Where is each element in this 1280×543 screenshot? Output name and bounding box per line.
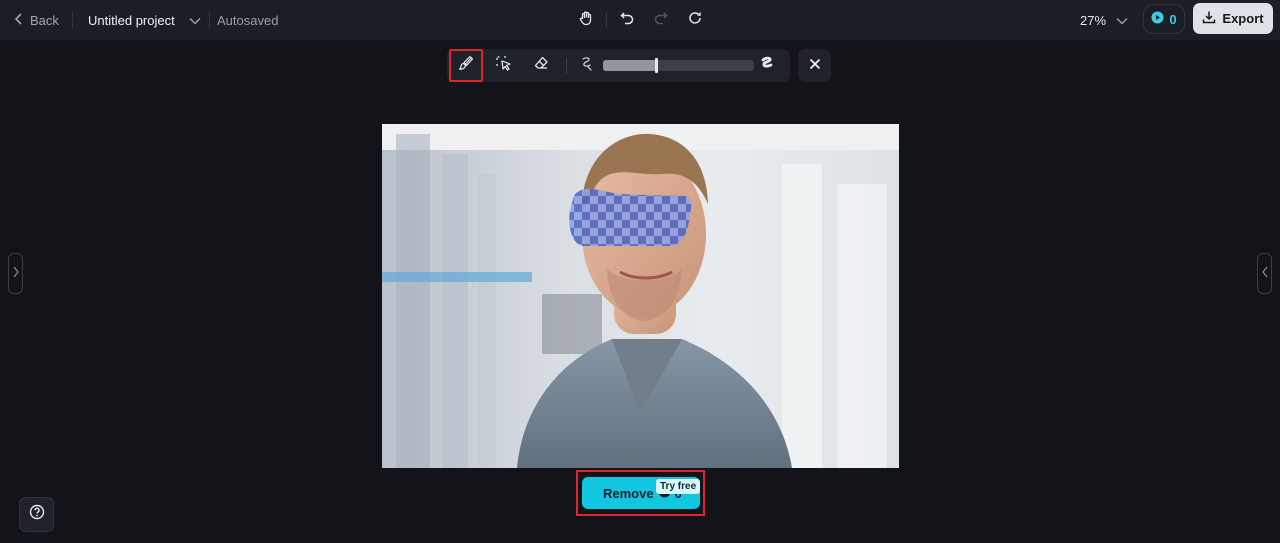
right-panel-toggle[interactable] xyxy=(1257,253,1272,294)
smart-select-icon xyxy=(495,55,512,77)
export-label: Export xyxy=(1222,11,1264,26)
reset-button[interactable] xyxy=(683,8,707,32)
zoom-dropdown[interactable]: 27% xyxy=(1080,0,1128,40)
smart-select-tool-button[interactable] xyxy=(485,49,521,82)
eraser-tool-button[interactable] xyxy=(523,49,559,82)
brush-size-small-button[interactable] xyxy=(569,49,605,82)
remove-button-highlight: Remove 0 Try free xyxy=(576,470,705,516)
undo-button[interactable] xyxy=(615,8,639,32)
credits-button[interactable]: 0 xyxy=(1143,4,1185,34)
left-panel-toggle[interactable] xyxy=(8,253,23,294)
try-free-badge: Try free xyxy=(656,479,701,494)
credit-coin-icon xyxy=(1151,11,1164,27)
project-title-dropdown[interactable]: Untitled project xyxy=(88,0,201,40)
remove-label: Remove xyxy=(603,485,654,501)
brush-size-small-icon xyxy=(579,55,595,76)
chevron-down-icon xyxy=(1116,13,1128,28)
close-icon xyxy=(809,57,821,75)
refresh-icon xyxy=(687,10,703,31)
divider xyxy=(209,11,210,29)
help-button[interactable] xyxy=(19,497,54,532)
back-button[interactable]: Back xyxy=(14,0,59,40)
hand-icon xyxy=(578,10,594,31)
redo-button[interactable] xyxy=(649,8,673,32)
brush-size-slider[interactable] xyxy=(603,58,754,73)
brush-size-large-button[interactable] xyxy=(749,49,785,82)
back-label: Back xyxy=(30,12,59,28)
top-bar: Back Untitled project Autosaved 27% 0 Ex… xyxy=(0,0,1280,40)
divider xyxy=(72,11,73,29)
project-title: Untitled project xyxy=(88,12,175,28)
canvas-image[interactable] xyxy=(382,124,899,468)
hand-tool-button[interactable] xyxy=(574,8,598,32)
undo-icon xyxy=(619,10,635,31)
credits-count: 0 xyxy=(1169,11,1177,27)
brush-icon xyxy=(458,55,474,76)
close-button[interactable] xyxy=(798,49,831,82)
brush-tool-button[interactable] xyxy=(449,49,483,82)
chevron-left-icon xyxy=(14,12,24,28)
brush-size-slider-fill xyxy=(603,60,656,71)
help-icon xyxy=(29,504,45,525)
chevron-down-icon xyxy=(189,13,201,28)
portrait-photo xyxy=(382,124,899,468)
chevron-left-icon xyxy=(1261,265,1268,283)
brush-size-slider-thumb[interactable] xyxy=(654,58,658,73)
brush-size-large-icon xyxy=(759,55,775,76)
chevron-right-icon xyxy=(13,265,19,283)
divider xyxy=(566,58,567,74)
save-status: Autosaved xyxy=(217,12,279,28)
history-tools xyxy=(574,6,707,34)
redo-icon xyxy=(653,10,669,31)
download-icon xyxy=(1202,10,1216,27)
zoom-level: 27% xyxy=(1080,12,1107,28)
export-button[interactable]: Export xyxy=(1193,3,1273,34)
eraser-icon xyxy=(533,55,549,76)
divider xyxy=(606,12,607,28)
